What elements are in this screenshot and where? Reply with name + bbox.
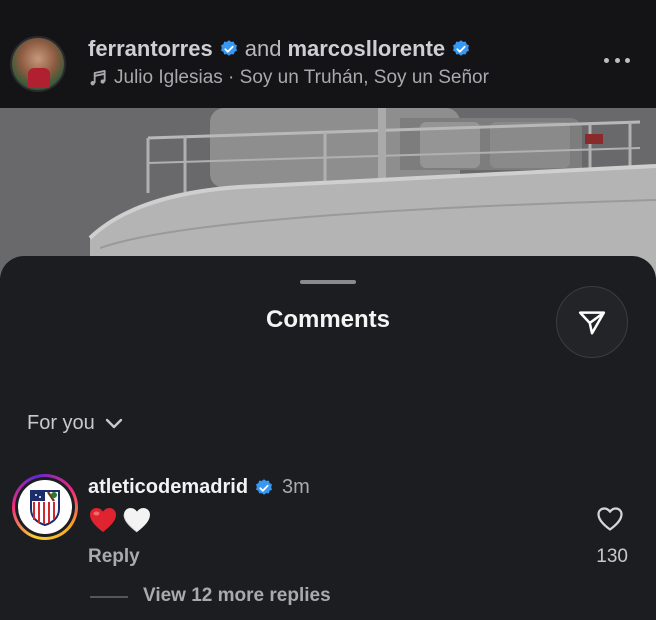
send-icon bbox=[578, 311, 606, 335]
atletico-crest-icon bbox=[30, 490, 60, 526]
comments-sheet: Comments For you atleticodemadrid 3m Rep… bbox=[0, 256, 656, 620]
author-1-username[interactable]: ferrantorres bbox=[88, 36, 213, 62]
post-authors: ferrantorres and marcosllorente bbox=[88, 36, 471, 62]
reply-button[interactable]: Reply bbox=[88, 546, 140, 568]
yacht-image bbox=[0, 108, 656, 278]
music-track: Julio Iglesias · Soy un Truhán, Soy un S… bbox=[114, 67, 489, 88]
author-2-username[interactable]: marcosllorente bbox=[287, 36, 445, 62]
post-header: ferrantorres and marcosllorente Julio Ig… bbox=[0, 0, 656, 108]
music-note-icon bbox=[90, 70, 106, 86]
comment-header: atleticodemadrid 3m bbox=[88, 476, 310, 499]
comment-sort-dropdown[interactable]: For you bbox=[27, 412, 123, 435]
sheet-drag-handle[interactable] bbox=[300, 280, 356, 284]
heart-outline-icon[interactable] bbox=[596, 506, 624, 532]
video-preview[interactable] bbox=[0, 108, 656, 278]
commenter-avatar[interactable] bbox=[12, 474, 78, 540]
comment-sort-label: For you bbox=[27, 412, 95, 434]
verified-badge-icon bbox=[453, 40, 470, 56]
authors-connector: and bbox=[244, 36, 282, 61]
comment-timestamp: 3m bbox=[282, 476, 310, 498]
share-button[interactable] bbox=[556, 286, 628, 358]
verified-badge-icon bbox=[220, 40, 237, 56]
like-count: 130 bbox=[596, 546, 628, 567]
comment-text bbox=[88, 506, 152, 534]
verified-badge-icon bbox=[256, 478, 273, 495]
music-attribution[interactable]: Julio Iglesias · Soy un Truhán, Soy un S… bbox=[88, 67, 489, 89]
white-heart-emoji-icon bbox=[123, 508, 150, 533]
red-heart-emoji-icon bbox=[90, 508, 116, 532]
chevron-down-icon bbox=[105, 418, 123, 428]
replies-divider bbox=[90, 596, 128, 598]
more-options-icon[interactable] bbox=[604, 58, 630, 66]
view-replies-button[interactable]: View 12 more replies bbox=[143, 585, 331, 607]
author-avatar[interactable] bbox=[10, 36, 66, 92]
commenter-username[interactable]: atleticodemadrid bbox=[88, 476, 248, 499]
